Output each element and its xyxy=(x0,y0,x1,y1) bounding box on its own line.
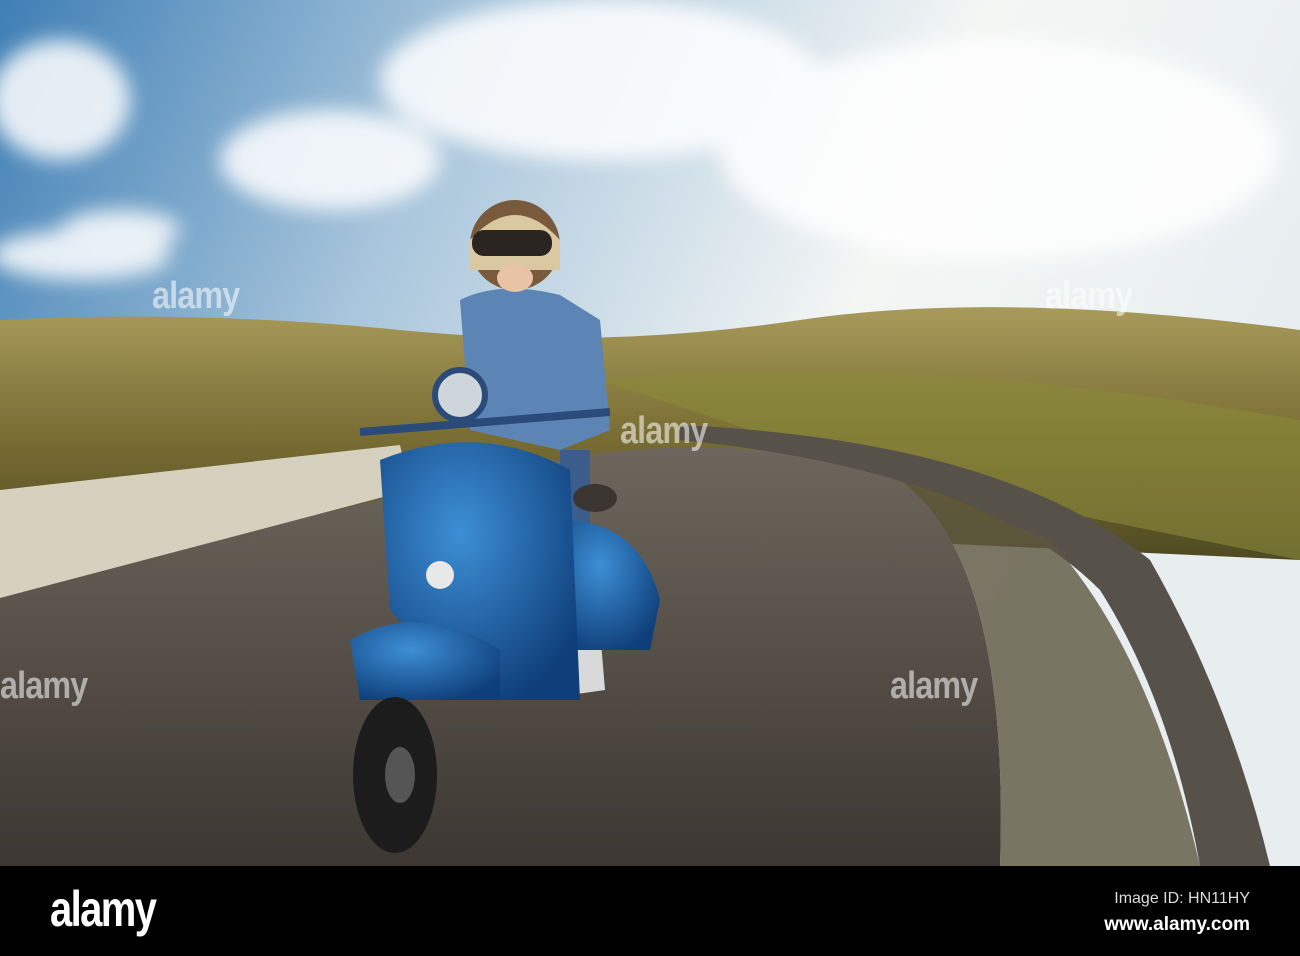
alamy-logo: alamy xyxy=(50,881,157,937)
watermark: alamy xyxy=(152,275,240,317)
footer-bar: alamy Image ID: HN11HY www.alamy.com xyxy=(0,866,1300,956)
site-url: www.alamy.com xyxy=(1104,914,1250,935)
image-id: Image ID: HN11HY xyxy=(1114,890,1250,907)
watermark: alamy xyxy=(890,665,978,707)
watermark: alamy xyxy=(1045,275,1133,317)
watermark: alamy xyxy=(620,410,708,452)
stock-photo-scooter-rider: alamy alamy alamy alamy alamy xyxy=(0,0,1300,866)
watermark: alamy xyxy=(0,665,88,707)
